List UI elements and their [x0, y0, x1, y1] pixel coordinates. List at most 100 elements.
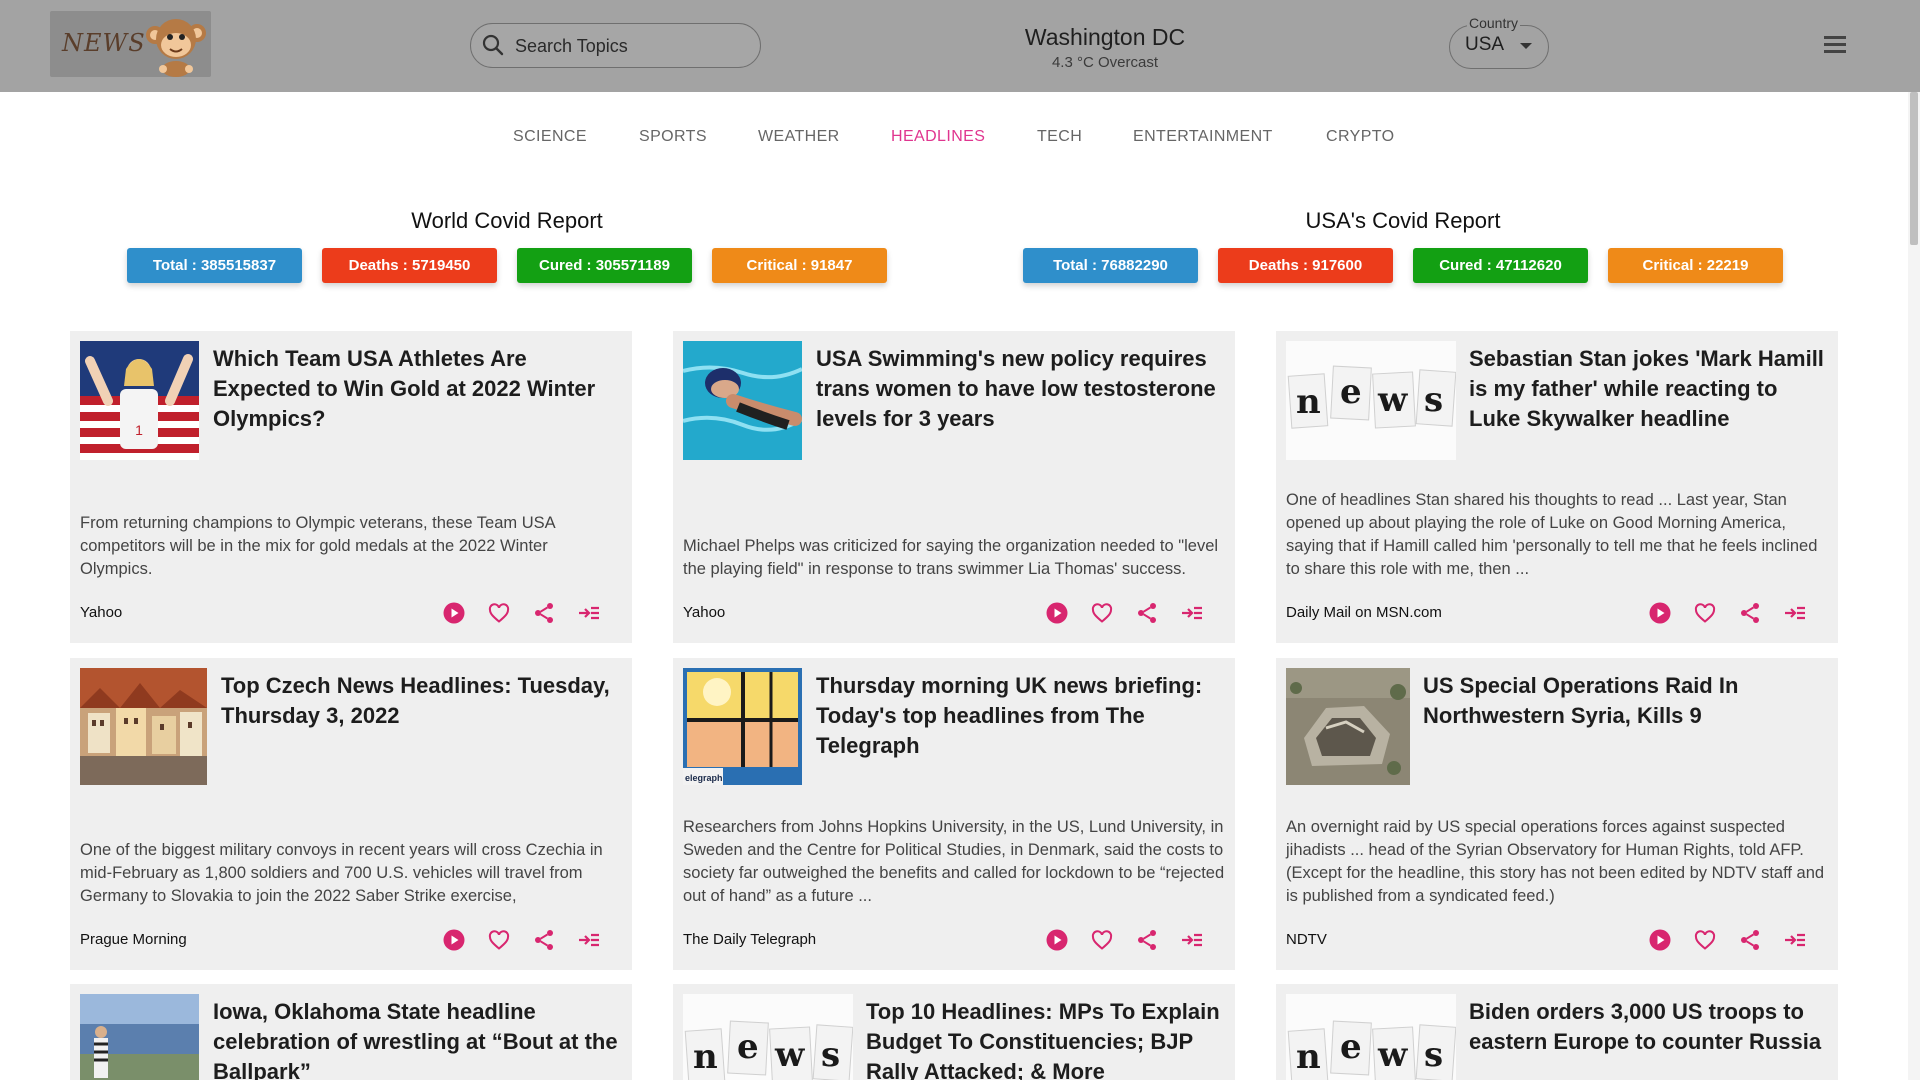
article-description: One of headlines Stan shared his thought…: [1286, 491, 1818, 578]
article-thumbnail[interactable]: n e w s: [1286, 994, 1456, 1080]
news-card[interactable]: Iowa, Oklahoma State headline celebratio…: [70, 984, 632, 1080]
read-more-icon[interactable]: [1783, 601, 1807, 625]
article-actions: [1045, 601, 1215, 625]
tab-tech[interactable]: TECH: [1037, 128, 1082, 146]
article-title[interactable]: USA Swimming's new policy requires trans…: [816, 344, 1221, 434]
country-select-value[interactable]: USA: [1465, 34, 1504, 56]
article-description: From returning champions to Olympic vete…: [80, 514, 555, 578]
share-icon[interactable]: [1135, 601, 1159, 625]
world-deaths-badge: Deaths : 5719450: [322, 248, 497, 283]
article-thumbnail[interactable]: [683, 341, 802, 460]
article-thumbnail[interactable]: 1: [80, 341, 199, 460]
share-icon[interactable]: [532, 601, 556, 625]
news-card[interactable]: US Special Operations Raid In Northweste…: [1276, 658, 1838, 970]
read-more-icon[interactable]: [577, 928, 601, 952]
news-card[interactable]: n e w s Top 10 Headlines: MPs To Explain…: [673, 984, 1235, 1080]
share-icon[interactable]: [1738, 928, 1762, 952]
article-source: NDTV: [1286, 931, 1327, 948]
news-card[interactable]: n e w s Sebastian Stan jokes 'Mark Hamil…: [1276, 331, 1838, 643]
read-more-icon[interactable]: [577, 601, 601, 625]
bib-number: 1: [135, 422, 143, 438]
read-more-icon[interactable]: [1783, 928, 1807, 952]
article-title[interactable]: Which Team USA Athletes Are Expected to …: [213, 344, 618, 434]
thumb-letter-e: e: [1340, 1027, 1362, 1067]
tab-headlines[interactable]: HEADLINES: [891, 128, 985, 146]
article-source: Yahoo: [80, 604, 123, 621]
search-input[interactable]: [515, 32, 745, 60]
tab-weather[interactable]: WEATHER: [758, 128, 840, 146]
thumb-letter-e: e: [737, 1027, 759, 1067]
thumb-letter-s: s: [1424, 1035, 1443, 1075]
tab-crypto[interactable]: CRYPTO: [1326, 128, 1395, 146]
thumb-letter-n: n: [693, 1037, 718, 1077]
article-thumbnail[interactable]: [1286, 668, 1410, 785]
heart-icon[interactable]: [1693, 601, 1717, 625]
article-title[interactable]: Thursday morning UK news briefing: Today…: [816, 671, 1221, 761]
caret-down-icon[interactable]: [1520, 43, 1532, 49]
thumb-letter-e: e: [1340, 372, 1362, 412]
article-thumbnail[interactable]: elegraph: [683, 668, 802, 785]
location-name: Washington DC: [1024, 24, 1186, 50]
thumb-letter-s: s: [1424, 380, 1443, 420]
read-more-icon[interactable]: [1180, 601, 1204, 625]
article-source: Prague Morning: [80, 931, 187, 948]
world-cured-badge: Cured : 305571189: [517, 248, 692, 283]
heart-icon[interactable]: [487, 601, 511, 625]
play-icon[interactable]: [1045, 601, 1069, 625]
news-card[interactable]: Top Czech News Headlines: Tuesday, Thurs…: [70, 658, 632, 970]
world-total-badge: Total : 385515837: [127, 248, 302, 283]
heart-icon[interactable]: [487, 928, 511, 952]
thumb-letter-w: w: [774, 1035, 805, 1075]
article-actions: [1648, 928, 1818, 952]
article-title[interactable]: Top Czech News Headlines: Tuesday, Thurs…: [221, 671, 618, 731]
play-icon[interactable]: [1045, 928, 1069, 952]
heart-icon[interactable]: [1693, 928, 1717, 952]
article-actions: [1045, 928, 1215, 952]
tab-science[interactable]: SCIENCE: [513, 128, 587, 146]
article-actions: [442, 928, 612, 952]
scrollbar-thumb[interactable]: [1910, 92, 1918, 245]
category-tabs: SCIENCE SPORTS WEATHER HEADLINES TECH EN…: [0, 128, 1908, 152]
usa-report-title: USA's Covid Report: [1305, 208, 1501, 233]
article-description: An overnight raid by US special operatio…: [1286, 818, 1825, 905]
article-title[interactable]: Sebastian Stan jokes 'Mark Hamill is my …: [1469, 344, 1824, 434]
heart-icon[interactable]: [1090, 601, 1114, 625]
monkey-mascot-icon: [146, 19, 206, 77]
news-card[interactable]: n e w s Biden orders 3,000 US troops to …: [1276, 984, 1838, 1080]
read-more-icon[interactable]: [1180, 928, 1204, 952]
hamburger-menu-icon[interactable]: [1824, 34, 1848, 54]
play-icon[interactable]: [442, 601, 466, 625]
telegraph-tag: elegraph: [685, 773, 723, 783]
share-icon[interactable]: [532, 928, 556, 952]
article-title[interactable]: Biden orders 3,000 US troops to eastern …: [1469, 997, 1824, 1057]
country-select-label: Country: [1467, 15, 1521, 31]
thumb-letter-w: w: [1377, 1035, 1408, 1075]
play-icon[interactable]: [1648, 601, 1672, 625]
news-card[interactable]: USA Swimming's new policy requires trans…: [673, 331, 1235, 643]
article-description: Michael Phelps was criticized for saying…: [683, 537, 1219, 578]
article-source: Daily Mail on MSN.com: [1286, 604, 1442, 621]
play-icon[interactable]: [442, 928, 466, 952]
article-description: Researchers from Johns Hopkins Universit…: [683, 818, 1225, 905]
heart-icon[interactable]: [1090, 928, 1114, 952]
article-title[interactable]: Iowa, Oklahoma State headline celebratio…: [213, 997, 618, 1080]
article-thumbnail[interactable]: [80, 994, 199, 1080]
news-card[interactable]: 1 Which Team USA Athletes Are Expected t…: [70, 331, 632, 643]
app-logo[interactable]: NEWS: [50, 11, 211, 77]
weather-summary: 4.3 °C Overcast: [1051, 54, 1159, 71]
article-thumbnail[interactable]: [80, 668, 207, 785]
article-title[interactable]: Top 10 Headlines: MPs To Explain Budget …: [866, 997, 1221, 1080]
article-actions: [442, 601, 612, 625]
tab-sports[interactable]: SPORTS: [639, 128, 707, 146]
search-box[interactable]: [470, 23, 761, 68]
share-icon[interactable]: [1738, 601, 1762, 625]
share-icon[interactable]: [1135, 928, 1159, 952]
play-icon[interactable]: [1648, 928, 1672, 952]
tab-entertainment[interactable]: ENTERTAINMENT: [1133, 128, 1273, 146]
article-thumbnail[interactable]: n e w s: [683, 994, 853, 1080]
article-description: One of the biggest military convoys in r…: [80, 841, 603, 905]
news-card[interactable]: elegraph Thursday morning UK news briefi…: [673, 658, 1235, 970]
article-source: The Daily Telegraph: [683, 931, 817, 948]
article-thumbnail[interactable]: n e w s: [1286, 341, 1456, 460]
article-title[interactable]: US Special Operations Raid In Northweste…: [1423, 671, 1824, 731]
